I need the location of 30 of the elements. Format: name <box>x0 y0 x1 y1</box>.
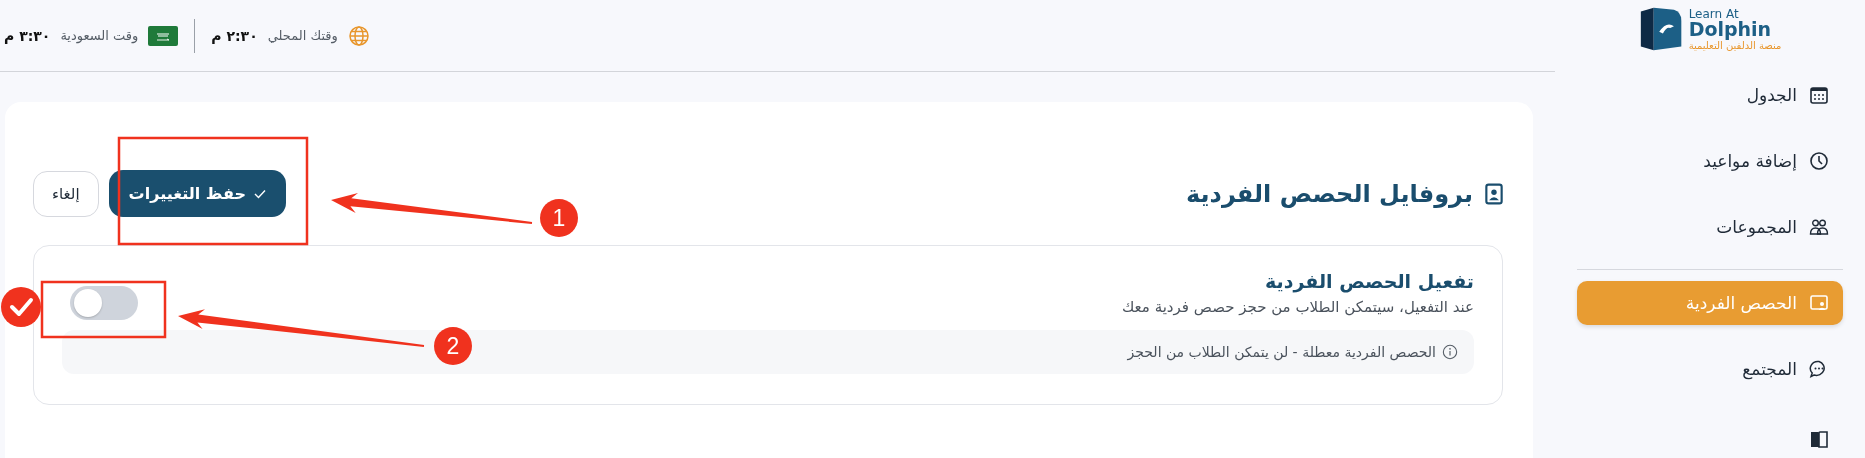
page-title: بروفايل الحصص الفردية <box>1186 179 1473 208</box>
logo-tagline: منصة الدلفين التعليمية <box>1688 40 1782 51</box>
number-badge: 1 <box>540 199 578 237</box>
sidebar-item[interactable]: إضافة مواعيد <box>1577 139 1843 183</box>
setting-description: عند التفعيل، سيتمكن الطلاب من حجز حصص فردية معك <box>1121 298 1474 316</box>
saudi-time: ٣:٣٠ م <box>4 27 51 44</box>
check-icon <box>254 188 266 199</box>
info-icon <box>1442 344 1458 360</box>
logo-text: Dolphin <box>1688 19 1772 39</box>
toggle-switch[interactable] <box>70 286 138 320</box>
flag-icon <box>148 25 179 46</box>
sidebar-item[interactable]: المجتمع <box>1577 347 1843 391</box>
clock-icon <box>1809 151 1829 171</box>
sidebar-item[interactable]: المجموعات <box>1577 205 1843 249</box>
local-time: ٢:٣٠ م <box>211 27 258 44</box>
globe-icon <box>347 24 370 47</box>
number-badge: 2 <box>434 327 472 365</box>
screen-person-icon <box>1809 293 1829 313</box>
local-time-label: وقتك المحلي <box>267 28 338 43</box>
saudi-time-label: وقت السعودية <box>60 28 139 43</box>
info-text: الحصص الفردية معطلة - لن يتمكن الطلاب من الحجز <box>1127 344 1436 360</box>
cancel-button[interactable]: إلغاء <box>33 170 99 217</box>
people-icon <box>1809 217 1829 237</box>
id-badge-icon <box>1485 182 1503 205</box>
save-button[interactable]: حفظ التغييرات <box>108 170 286 217</box>
sidebar-item[interactable]: الجدول <box>1577 73 1843 117</box>
setting-title: تفعيل الحصص الفردية <box>1264 270 1474 292</box>
book-icon <box>1809 429 1829 449</box>
logo-text: Learn At <box>1688 7 1739 20</box>
calendar-icon <box>1809 85 1829 105</box>
